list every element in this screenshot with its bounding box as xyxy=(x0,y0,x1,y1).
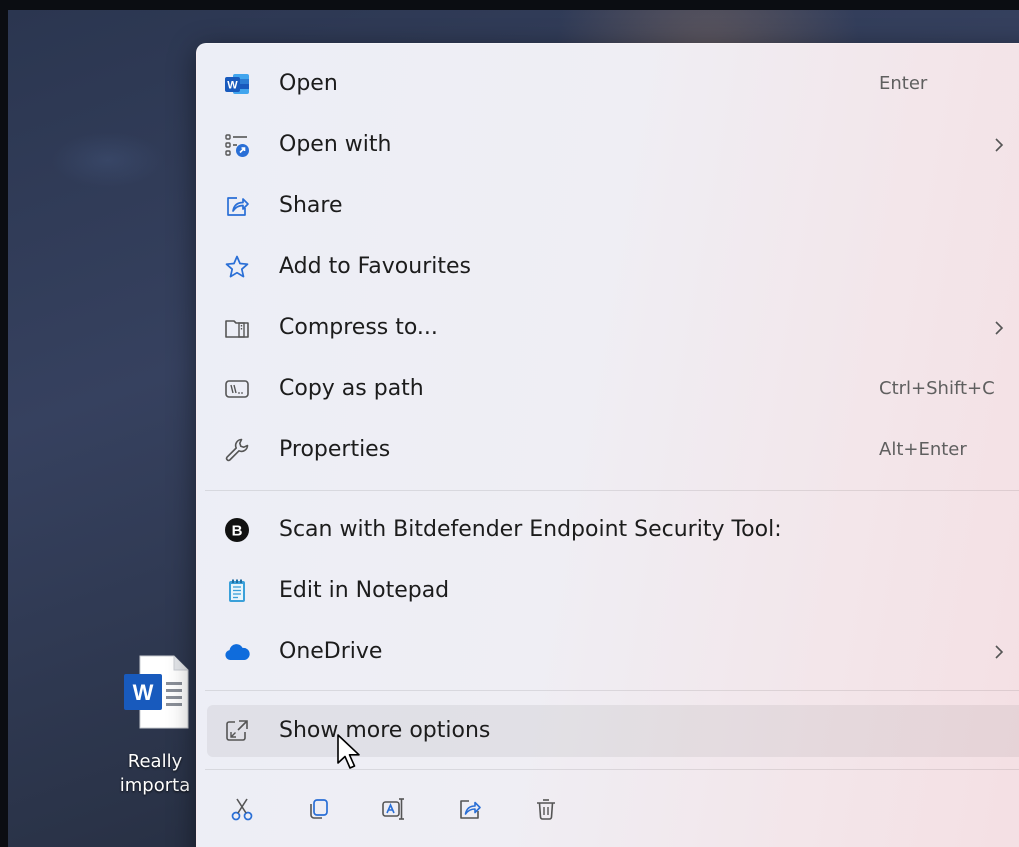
menu-item-label: Copy as path xyxy=(279,376,424,401)
notepad-icon xyxy=(223,577,251,605)
menu-item-scan-bitdefender[interactable]: B Scan with Bitdefender Endpoint Securit… xyxy=(207,504,1019,556)
menu-separator xyxy=(205,769,1019,770)
cloud-icon xyxy=(223,638,251,666)
copy-icon xyxy=(310,799,328,819)
menu-item-label: Share xyxy=(279,193,343,218)
desktop-file-label-line2: importa xyxy=(119,775,191,796)
copy-path-icon xyxy=(223,375,251,403)
desktop-file-label-line1: Really xyxy=(127,751,183,772)
menu-item-shortcut: Alt+Enter xyxy=(879,439,967,460)
desktop: W Really importa W Open Enter Open with … xyxy=(0,0,1019,847)
desktop-file-label: Really importa xyxy=(112,750,198,798)
menu-item-label: Add to Favourites xyxy=(279,254,471,279)
menu-item-label: Open xyxy=(279,71,338,96)
cut-button[interactable] xyxy=(217,784,265,832)
menu-item-edit-in-notepad[interactable]: Edit in Notepad xyxy=(207,565,1019,617)
menu-item-label: Compress to... xyxy=(279,315,438,340)
delete-button[interactable] xyxy=(521,784,569,832)
bitdefender-icon: B xyxy=(223,516,251,544)
share-icon xyxy=(223,192,251,220)
menu-item-label: Edit in Notepad xyxy=(279,578,450,603)
share-icon xyxy=(460,800,481,819)
menu-item-open[interactable]: W Open Enter xyxy=(207,58,1019,110)
menu-item-properties[interactable]: Properties Alt+Enter xyxy=(207,424,1019,476)
open-with-icon xyxy=(223,131,251,159)
expand-icon xyxy=(223,717,251,745)
menu-separator xyxy=(205,490,1019,491)
context-menu-action-bar xyxy=(207,784,607,832)
menu-item-open-with[interactable]: Open with xyxy=(207,119,1019,171)
menu-item-label: Properties xyxy=(279,437,391,462)
menu-item-shortcut: Ctrl+Shift+C xyxy=(879,378,995,399)
chevron-right-icon xyxy=(987,316,1011,340)
star-icon xyxy=(223,253,251,281)
mouse-pointer-icon xyxy=(336,733,362,775)
menu-item-compress-to[interactable]: Compress to... xyxy=(207,302,1019,354)
svg-text:W: W xyxy=(133,680,154,705)
menu-item-add-to-favourites[interactable]: Add to Favourites xyxy=(207,241,1019,293)
menu-item-share[interactable]: Share xyxy=(207,180,1019,232)
menu-item-show-more-options[interactable]: Show more options xyxy=(207,705,1019,757)
cut-icon xyxy=(231,798,253,821)
share-button[interactable] xyxy=(445,784,493,832)
chevron-right-icon xyxy=(987,640,1011,664)
menu-item-label: OneDrive xyxy=(279,639,383,664)
context-menu: W Open Enter Open with Share Add to Favo… xyxy=(196,43,1019,847)
menu-separator xyxy=(205,690,1019,691)
copy-button[interactable] xyxy=(293,784,341,832)
menu-item-label: Scan with Bitdefender Endpoint Security … xyxy=(279,517,782,542)
svg-text:B: B xyxy=(232,523,243,540)
delete-icon xyxy=(537,799,555,820)
menu-item-copy-as-path[interactable]: Copy as path Ctrl+Shift+C xyxy=(207,363,1019,415)
menu-item-shortcut: Enter xyxy=(879,73,928,94)
wrench-icon xyxy=(223,436,251,464)
menu-item-label: Open with xyxy=(279,132,392,157)
word-document-icon: W xyxy=(122,652,192,732)
rename-button[interactable] xyxy=(369,784,417,832)
word-icon: W xyxy=(223,70,251,98)
zip-folder-icon xyxy=(223,314,251,342)
rename-icon xyxy=(382,798,404,820)
chevron-right-icon xyxy=(987,133,1011,157)
menu-item-onedrive[interactable]: OneDrive xyxy=(207,626,1019,678)
desktop-file-icon[interactable]: W Really importa xyxy=(112,652,202,812)
svg-text:W: W xyxy=(227,80,238,92)
menu-item-label: Show more options xyxy=(279,718,491,743)
